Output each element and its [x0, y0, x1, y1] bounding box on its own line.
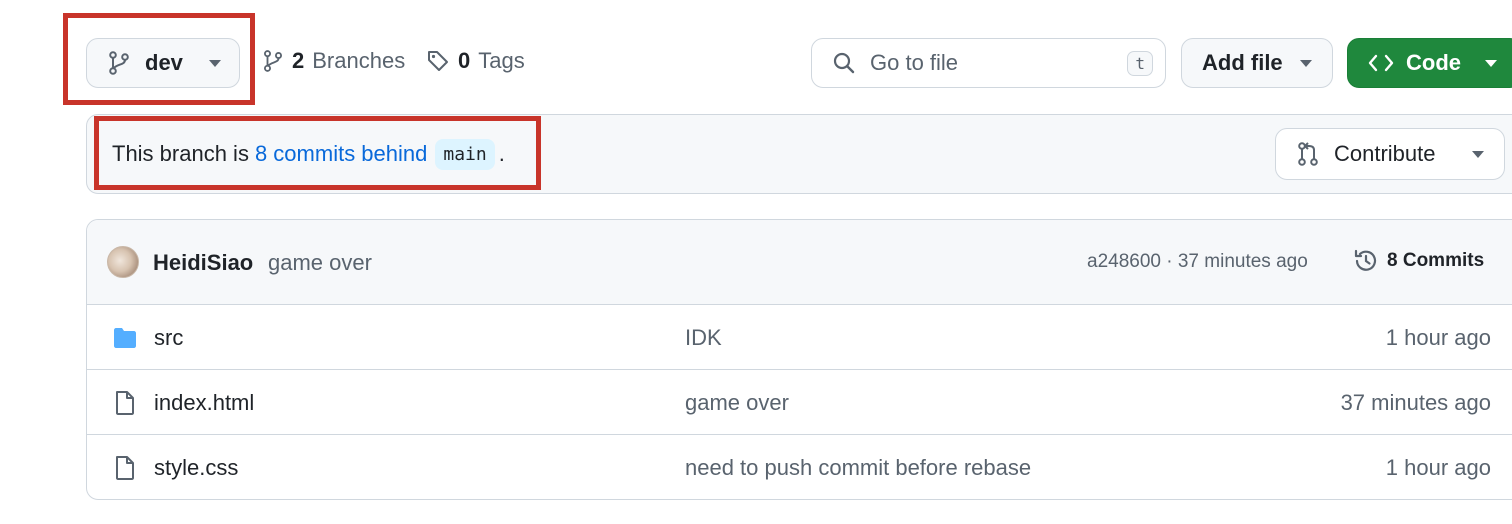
repo-file-browser: dev 2 Branches 0 Tags Go to file t Add f… [0, 0, 1512, 524]
code-label: Code [1406, 50, 1461, 75]
chevron-down-icon [1300, 59, 1312, 67]
tags-count: 0 [458, 48, 471, 73]
file-table: HeidiSiao game over a248600 · 37 minutes… [86, 219, 1512, 500]
commit-message[interactable]: game over [268, 250, 372, 276]
file-name[interactable]: style.css [154, 455, 238, 481]
file-commit-message[interactable]: IDK [685, 325, 722, 351]
commit-sha-and-time[interactable]: a248600 · 37 minutes ago [1087, 251, 1308, 273]
file-name[interactable]: index.html [154, 390, 254, 416]
history-icon [1354, 249, 1377, 271]
contribute-label: Contribute [1334, 141, 1436, 166]
file-commit-time: 1 hour ago [1385, 325, 1491, 350]
folder-icon [114, 328, 136, 348]
file-commit-time: 1 hour ago [1385, 455, 1491, 480]
tag-icon [428, 51, 448, 71]
highlight-box-branch [63, 13, 255, 105]
add-file-button[interactable]: Add file [1181, 38, 1333, 88]
add-file-label: Add file [1202, 50, 1283, 75]
file-commit-message[interactable]: need to push commit before rebase [685, 455, 1031, 481]
branches-count: 2 [292, 48, 305, 73]
chevron-down-icon [1485, 59, 1497, 67]
file-name[interactable]: src [154, 325, 183, 351]
chevron-down-icon [1472, 150, 1484, 158]
file-icon [116, 456, 134, 480]
git-pull-request-icon [1298, 142, 1318, 166]
latest-commit-row: HeidiSiao game over a248600 · 37 minutes… [87, 220, 1512, 305]
code-icon [1368, 54, 1394, 72]
tags-label: Tags [478, 48, 525, 73]
git-branch-icon [264, 50, 282, 72]
table-row[interactable]: src IDK 1 hour ago [87, 305, 1512, 370]
search-placeholder: Go to file [870, 50, 959, 75]
file-icon [116, 391, 134, 415]
branches-label: Branches [312, 48, 406, 73]
tags-link[interactable]: 0 Tags [426, 48, 525, 74]
highlight-box-banner [94, 116, 541, 190]
table-row[interactable]: style.css need to push commit before reb… [87, 435, 1512, 499]
commit-author[interactable]: HeidiSiao [153, 250, 253, 276]
keyboard-shortcut-hint: t [1127, 50, 1153, 76]
code-button[interactable]: Code [1347, 38, 1512, 88]
commits-history-link[interactable]: 8 Commits [1353, 248, 1484, 274]
table-row[interactable]: index.html game over 37 minutes ago [87, 370, 1512, 435]
branches-link[interactable]: 2 Branches [262, 48, 405, 74]
avatar[interactable] [107, 246, 139, 278]
file-commit-time: 37 minutes ago [1340, 390, 1491, 415]
contribute-button[interactable]: Contribute [1275, 128, 1505, 180]
file-commit-message[interactable]: game over [685, 390, 789, 416]
go-to-file-input[interactable]: Go to file t [811, 38, 1166, 88]
commits-count-label: 8 Commits [1387, 250, 1485, 271]
search-icon [833, 52, 855, 74]
